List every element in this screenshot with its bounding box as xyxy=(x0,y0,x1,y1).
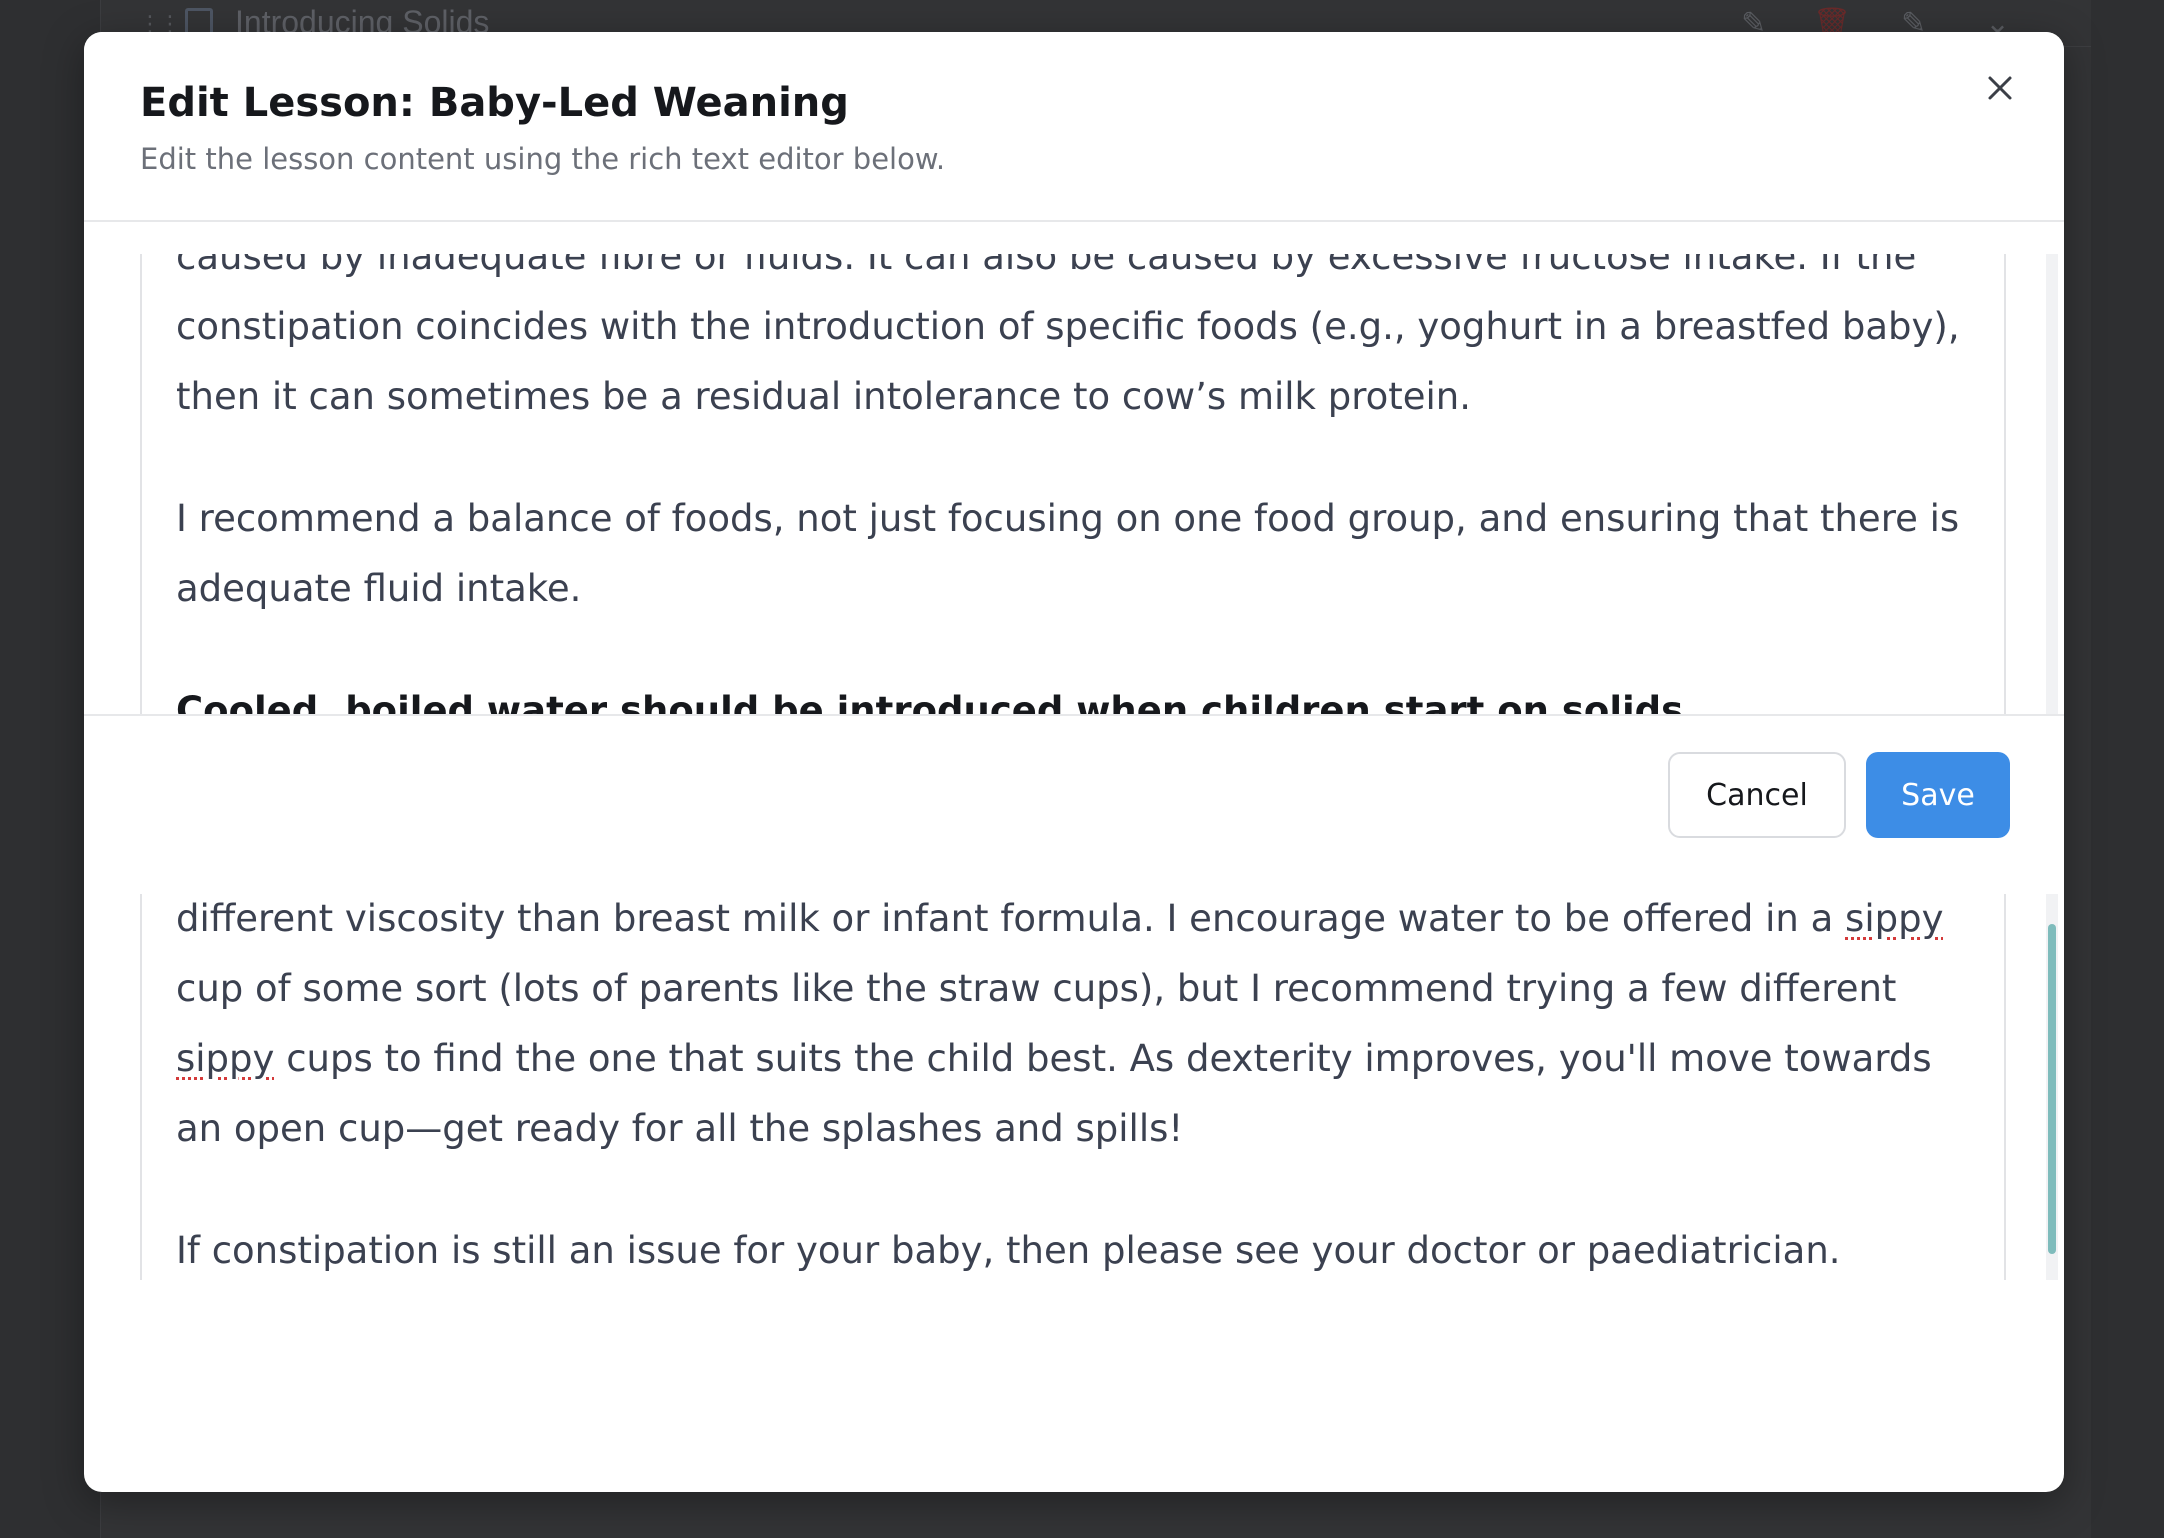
close-icon xyxy=(1988,76,2012,100)
editor-paragraph: different viscosity than breast milk or … xyxy=(176,892,1976,1164)
text-run: cups to find the one that suits the chil… xyxy=(176,1037,1932,1150)
editor-content[interactable]: different viscosity than breast milk or … xyxy=(176,892,1976,1280)
text-run: cup of some sort (lots of parents like t… xyxy=(176,967,1897,1010)
scrollbar-thumb[interactable] xyxy=(2048,924,2056,1254)
rich-text-editor-lower[interactable]: different viscosity than breast milk or … xyxy=(140,892,2006,1280)
dialog-footer: Cancel Save xyxy=(84,714,2064,894)
cancel-button[interactable]: Cancel xyxy=(1668,752,1846,838)
misspelled-word[interactable]: sippy xyxy=(176,1037,274,1080)
editor-paragraph: I recommend a balance of foods, not just… xyxy=(176,497,1960,610)
edit-lesson-dialog: caused by inadequate fibre or fluids. It… xyxy=(84,32,2064,1492)
editor-paragraph: If constipation is still an issue for yo… xyxy=(176,1229,1841,1272)
editor-content[interactable]: caused by inadequate fibre or fluids. It… xyxy=(176,254,1976,724)
editor-paragraph: caused by inadequate fibre or fluids. It… xyxy=(176,254,1960,418)
dialog-header: Edit Lesson: Baby-Led Weaning Edit the l… xyxy=(84,32,2064,222)
dialog-title: Edit Lesson: Baby-Led Weaning xyxy=(140,80,849,126)
save-button[interactable]: Save xyxy=(1866,752,2010,838)
misspelled-word[interactable]: sippy xyxy=(1845,897,1943,940)
close-button[interactable] xyxy=(1980,68,2020,108)
rich-text-editor[interactable]: caused by inadequate fibre or fluids. It… xyxy=(140,254,2006,724)
text-run: different viscosity than breast milk or … xyxy=(176,897,1846,940)
dialog-subtitle: Edit the lesson content using the rich t… xyxy=(140,142,946,176)
